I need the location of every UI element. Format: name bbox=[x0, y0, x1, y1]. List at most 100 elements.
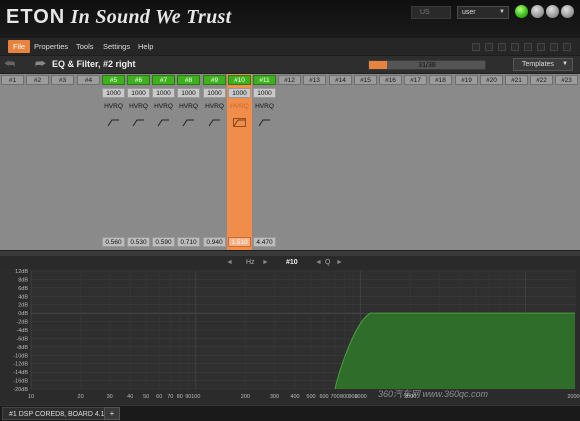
channel-column[interactable]: #4 bbox=[76, 74, 101, 250]
menu-help[interactable]: Help bbox=[135, 40, 156, 53]
channel-header-button[interactable]: #10 bbox=[228, 75, 251, 85]
toolbar-square-icon[interactable] bbox=[537, 43, 545, 51]
channel-column[interactable]: #12 bbox=[277, 74, 302, 250]
highpass-filter-icon[interactable] bbox=[233, 118, 246, 127]
channel-column[interactable]: #23 bbox=[554, 74, 579, 250]
hz-increase-button[interactable]: ► bbox=[262, 257, 269, 268]
channel-header-button[interactable]: #21 bbox=[505, 75, 528, 85]
highpass-filter-icon[interactable] bbox=[182, 118, 195, 127]
menu-properties[interactable]: Properties bbox=[31, 40, 71, 53]
menu-settings[interactable]: Settings bbox=[100, 40, 133, 53]
channel-header-button[interactable]: #19 bbox=[455, 75, 478, 85]
forward-arrow-icon[interactable]: ⮫ bbox=[35, 57, 46, 71]
toolbar-square-icon[interactable] bbox=[472, 43, 480, 51]
channel-q-field[interactable]: 0.530 bbox=[127, 237, 150, 247]
channel-q-field[interactable]: 0.940 bbox=[203, 237, 226, 247]
channel-header-button[interactable]: #4 bbox=[77, 75, 100, 85]
channel-column[interactable]: #20 bbox=[479, 74, 504, 250]
channel-column[interactable]: #13 bbox=[302, 74, 327, 250]
channel-column[interactable]: #21 bbox=[504, 74, 529, 250]
channel-q-field[interactable]: 0.560 bbox=[102, 237, 125, 247]
user-select[interactable]: user ▼ bbox=[457, 6, 509, 19]
channel-column[interactable]: #6 1000 HVRQ 0.530 bbox=[126, 74, 151, 250]
channel-column[interactable]: #17 bbox=[403, 74, 428, 250]
add-tab-button[interactable]: + bbox=[104, 407, 120, 420]
channel-frequency-field[interactable]: 1000 bbox=[127, 88, 150, 98]
channel-filter-type[interactable]: HVRQ bbox=[202, 103, 227, 110]
channel-column[interactable]: #11 1000 HVRQ 4.470 bbox=[252, 74, 277, 250]
channel-header-button[interactable]: #22 bbox=[530, 75, 553, 85]
channel-column[interactable]: #7 1000 HVRQ 0.590 bbox=[151, 74, 176, 250]
highpass-filter-icon[interactable] bbox=[132, 118, 145, 127]
channel-header-button[interactable]: #9 bbox=[203, 75, 226, 85]
channel-frequency-field[interactable]: 1000 bbox=[177, 88, 200, 98]
channel-filter-type[interactable]: HVRQ bbox=[252, 103, 277, 110]
channel-filter-type[interactable]: HVRQ bbox=[151, 103, 176, 110]
channel-header-button[interactable]: #20 bbox=[480, 75, 503, 85]
frequency-response-graph[interactable]: 12dB 8dB 6dB 4dB 2dB 0dB -2dB -4dB -6dB -8dB -10dB… bbox=[0, 269, 580, 405]
channel-column[interactable]: #9 1000 HVRQ 0.940 bbox=[202, 74, 227, 250]
channel-header-button[interactable]: #18 bbox=[429, 75, 452, 85]
channel-frequency-field[interactable]: 1000 bbox=[152, 88, 175, 98]
channel-header-button[interactable]: #3 bbox=[51, 75, 74, 85]
channel-header-button[interactable]: #15 bbox=[354, 75, 377, 85]
channel-header-button[interactable]: #1 bbox=[1, 75, 24, 85]
toolbar-square-icon[interactable] bbox=[498, 43, 506, 51]
channel-header-button[interactable]: #6 bbox=[127, 75, 150, 85]
channel-q-field[interactable]: 0.590 bbox=[152, 237, 175, 247]
channel-header-button[interactable]: #17 bbox=[404, 75, 427, 85]
toolbar-square-icon[interactable] bbox=[511, 43, 519, 51]
channel-column[interactable]: #19 bbox=[454, 74, 479, 250]
channel-column[interactable]: #22 bbox=[529, 74, 554, 250]
channel-frequency-field[interactable]: 1000 bbox=[253, 88, 276, 98]
channel-header-button[interactable]: #23 bbox=[555, 75, 578, 85]
tab-device[interactable]: #1 DSP CORED8, BOARD 4.1 bbox=[2, 407, 112, 420]
channel-header-button[interactable]: #14 bbox=[329, 75, 352, 85]
language-select[interactable]: US bbox=[411, 6, 451, 19]
hz-decrease-button[interactable]: ◄ bbox=[226, 257, 233, 268]
channel-column[interactable]: #14 bbox=[328, 74, 353, 250]
channel-frequency-field[interactable]: 1000 bbox=[203, 88, 226, 98]
minimize-button[interactable] bbox=[531, 5, 544, 18]
channel-header-button[interactable]: #11 bbox=[253, 75, 276, 85]
toolbar-square-icon[interactable] bbox=[524, 43, 532, 51]
channel-filter-type[interactable]: HVRQ bbox=[227, 103, 252, 110]
channel-header-button[interactable]: #16 bbox=[379, 75, 402, 85]
q-increase-button[interactable]: ► bbox=[336, 257, 343, 268]
highpass-filter-icon[interactable] bbox=[258, 118, 271, 127]
channel-column[interactable]: #1 bbox=[0, 74, 25, 250]
channel-frequency-field[interactable]: 1000 bbox=[102, 88, 125, 98]
channel-column[interactable]: #18 bbox=[428, 74, 453, 250]
channel-q-field[interactable]: 0.710 bbox=[177, 237, 200, 247]
channel-column[interactable]: #10 1000 HVRQ 1.510 bbox=[227, 74, 252, 250]
channel-filter-type[interactable]: HVRQ bbox=[126, 103, 151, 110]
channel-header-button[interactable]: #5 bbox=[102, 75, 125, 85]
highpass-filter-icon[interactable] bbox=[208, 118, 221, 127]
templates-dropdown[interactable]: Templates ▼ bbox=[513, 58, 573, 71]
channel-column[interactable]: #2 bbox=[25, 74, 50, 250]
channel-header-button[interactable]: #2 bbox=[26, 75, 49, 85]
close-button[interactable] bbox=[561, 5, 574, 18]
menu-file[interactable]: File bbox=[8, 40, 31, 53]
channel-header-button[interactable]: #7 bbox=[152, 75, 175, 85]
highpass-filter-icon[interactable] bbox=[157, 118, 170, 127]
menu-tools[interactable]: Tools bbox=[73, 40, 97, 53]
channel-filter-type[interactable]: HVRQ bbox=[101, 103, 126, 110]
channel-filter-type[interactable]: HVRQ bbox=[176, 103, 201, 110]
channel-header-button[interactable]: #12 bbox=[278, 75, 301, 85]
toolbar-square-icon[interactable] bbox=[563, 43, 571, 51]
channel-column[interactable]: #16 bbox=[378, 74, 403, 250]
toolbar-square-icon[interactable] bbox=[550, 43, 558, 51]
channel-q-field[interactable]: 4.470 bbox=[253, 237, 276, 247]
channel-column[interactable]: #3 bbox=[50, 74, 75, 250]
toolbar-square-icon[interactable] bbox=[485, 43, 493, 51]
channel-column[interactable]: #5 1000 HVRQ 0.560 bbox=[101, 74, 126, 250]
highpass-filter-icon[interactable] bbox=[107, 118, 120, 127]
channel-header-button[interactable]: #8 bbox=[177, 75, 200, 85]
maximize-button[interactable] bbox=[546, 5, 559, 18]
channel-header-button[interactable]: #13 bbox=[303, 75, 326, 85]
channel-column[interactable]: #8 1000 HVRQ 0.710 bbox=[176, 74, 201, 250]
channel-q-field[interactable]: 1.510 bbox=[228, 237, 251, 247]
channel-frequency-field[interactable]: 1000 bbox=[228, 88, 251, 98]
q-decrease-button[interactable]: ◄ bbox=[315, 257, 322, 268]
